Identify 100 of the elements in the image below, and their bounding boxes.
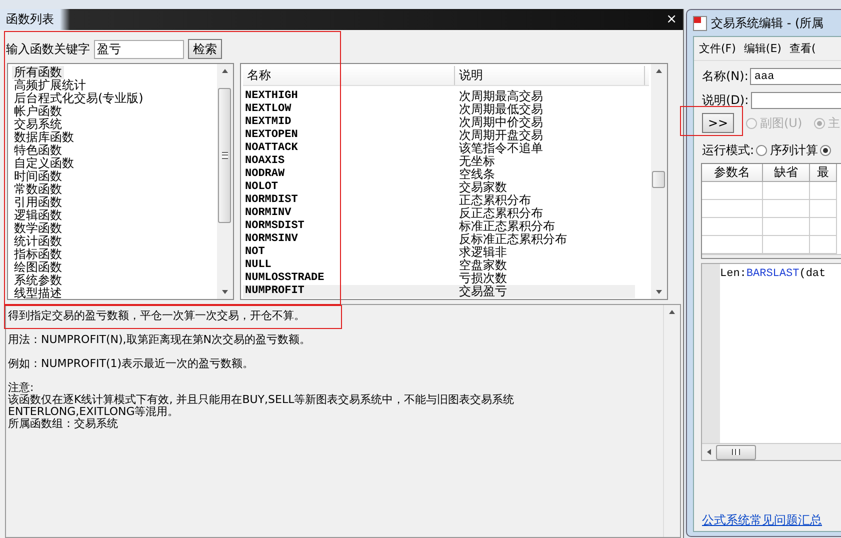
function-description: 空盘家数: [459, 259, 507, 272]
table-cell[interactable]: [810, 182, 837, 200]
close-button[interactable]: ×: [660, 12, 683, 26]
function-name: NORMINV: [244, 207, 292, 220]
category-item[interactable]: 逻辑函数: [12, 209, 64, 222]
table-row[interactable]: NORMDIST 正态累积分布: [243, 194, 635, 207]
search-button[interactable]: 检索: [188, 39, 222, 59]
table-row[interactable]: NOATTACK 该笔指令不追单: [243, 142, 635, 155]
scroll-thumb[interactable]: [218, 88, 231, 223]
radio-button[interactable]: [820, 145, 832, 156]
description-field[interactable]: [750, 92, 841, 109]
function-name: NORMSINV: [244, 233, 299, 246]
grip-icon: [222, 152, 228, 160]
function-name: NEXTMID: [244, 116, 292, 129]
function-description: 次周期开盘交易: [459, 129, 543, 142]
column-header[interactable]: 名称: [243, 66, 455, 85]
table-cell[interactable]: [702, 182, 763, 200]
description-text: 用法：NUMPROFIT(N),取第距离现在第N次交易的盈亏数额。: [8, 334, 311, 346]
description-text: 该函数仅在逐K线计算模式下有效, 并且只能用在BUY,SELL等新图表交易系统中，不能与旧图表交易系统: [8, 394, 514, 406]
function-name: NORMSDIST: [244, 220, 306, 233]
function-name: NUMLOSSTRADE: [244, 272, 326, 285]
window-title: 交易系统编辑 - (所属: [711, 14, 824, 32]
category-item[interactable]: 交易系统: [12, 118, 64, 131]
window-title: 函数列表: [5, 11, 54, 28]
function-name: NOLOT: [244, 181, 280, 194]
menu-item[interactable]: 编辑(E): [744, 41, 782, 56]
table-row[interactable]: NEXTLOW 次周期最低交易: [243, 103, 635, 116]
table-row[interactable]: NOT 求逻辑非: [243, 246, 635, 259]
table-cell[interactable]: [763, 182, 810, 200]
column-header[interactable]: 参数名: [702, 164, 763, 182]
table-row[interactable]: NULL 空盘家数: [243, 259, 635, 272]
table-row[interactable]: NUMPROFIT 交易盈亏: [243, 285, 635, 298]
category-item[interactable]: 指标函数: [12, 248, 64, 261]
expand-button[interactable]: >>: [702, 113, 734, 133]
function-name: NOT: [244, 246, 266, 259]
radio-button[interactable]: [756, 145, 768, 156]
app-icon: [693, 16, 707, 30]
category-item[interactable]: 常数函数: [12, 183, 64, 196]
category-item[interactable]: 特色函数: [12, 144, 64, 157]
menu-item[interactable]: 文件(F): [699, 41, 736, 56]
search-label: 输入函数关键字: [6, 40, 90, 58]
table-row[interactable]: NEXTMID 次周期中价交易: [243, 116, 635, 129]
table-row[interactable]: NOLOT 交易家数: [243, 181, 635, 194]
table-row[interactable]: NORMSDIST 标准正态累积分布: [243, 220, 635, 233]
table-row[interactable]: NEXTOPEN 次周期开盘交易: [243, 129, 635, 142]
category-item[interactable]: 高频扩展统计: [12, 79, 88, 92]
search-field[interactable]: 盈亏: [94, 40, 184, 58]
function-name: NEXTLOW: [244, 103, 292, 116]
table-row[interactable]: NUMLOSSTRADE 亏损次数: [243, 272, 635, 285]
category-item[interactable]: 系统参数: [12, 274, 64, 287]
column-header[interactable]: 说明: [455, 66, 645, 85]
scrollbar[interactable]: [651, 64, 667, 299]
category-item[interactable]: 帐户函数: [12, 105, 64, 118]
description-text: 例如：NUMPROFIT(1)表示最近一次的盈亏数额。: [8, 358, 254, 370]
function-name: NOAXIS: [244, 155, 286, 168]
column-header[interactable]: 缺省: [763, 164, 810, 182]
function-description: 反正态累积分布: [459, 207, 543, 220]
scrollbar[interactable]: [217, 64, 233, 299]
grip-icon: [732, 449, 740, 455]
category-item[interactable]: 绘图函数: [12, 261, 64, 274]
description-text: 注意:: [8, 382, 34, 394]
category-item[interactable]: 引用函数: [12, 196, 64, 209]
code-line: Len:BARSLAST(dat: [720, 267, 826, 282]
table-cell[interactable]: [763, 200, 810, 218]
category-item[interactable]: 统计函数: [12, 235, 64, 248]
table-row[interactable]: NORMSINV 反标准正态累积分布: [243, 233, 635, 246]
category-item[interactable]: 数据库函数: [12, 131, 76, 144]
table-cell[interactable]: [702, 218, 763, 236]
field-label: 说明(D):: [702, 92, 749, 109]
highlight-frame: [680, 106, 743, 136]
table-cell[interactable]: [810, 218, 837, 236]
name-field[interactable]: aaa: [750, 68, 841, 85]
code-editor[interactable]: Len:BARSLAST(dat: [701, 263, 841, 461]
category-item[interactable]: 时间函数: [12, 170, 64, 183]
category-item[interactable]: 线型描述: [12, 287, 64, 300]
function-description: 无坐标: [459, 155, 495, 168]
function-description: 该笔指令不追单: [459, 142, 543, 155]
function-name: NULL: [244, 259, 272, 272]
table-row[interactable]: NEXTHIGH 次周期最高交易: [243, 90, 635, 103]
table-row[interactable]: NODRAW 空线条: [243, 168, 635, 181]
category-item[interactable]: 所有函数: [12, 66, 64, 79]
function-description: 求逻辑非: [459, 246, 507, 259]
scroll-thumb[interactable]: [716, 444, 756, 460]
help-link[interactable]: 公式系统常见问题汇总: [702, 512, 841, 529]
table-cell[interactable]: [763, 218, 810, 236]
function-name: NEXTOPEN: [244, 129, 299, 142]
radio-label: 主: [828, 114, 840, 132]
function-name: NUMPROFIT: [244, 285, 306, 298]
scroll-thumb[interactable]: [652, 171, 665, 188]
category-item[interactable]: 数学函数: [12, 222, 64, 235]
table-row[interactable]: NORMINV 反正态累积分布: [243, 207, 635, 220]
table-cell[interactable]: [702, 200, 763, 218]
category-item[interactable]: 后台程式化交易(专业版): [12, 92, 146, 105]
category-item[interactable]: 自定义函数: [12, 157, 76, 170]
function-description: 交易家数: [459, 181, 507, 194]
table-row[interactable]: NOAXIS 无坐标: [243, 155, 635, 168]
column-header[interactable]: 最: [810, 164, 837, 182]
table-cell[interactable]: [810, 200, 837, 218]
menu-item[interactable]: 查看(: [789, 41, 816, 56]
function-name: NEXTHIGH: [244, 90, 299, 103]
